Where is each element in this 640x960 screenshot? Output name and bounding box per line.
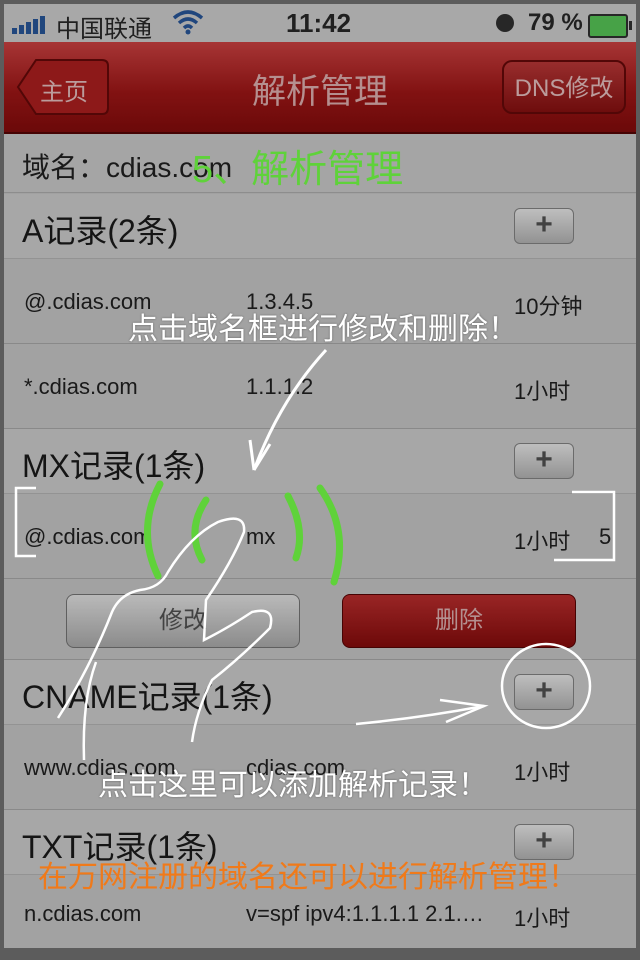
footer-annotation: 在万网注册的域名还可以进行解析管理！	[38, 861, 578, 894]
tap-domain-annotation: 点击域名框进行修改和删除！	[128, 313, 518, 346]
tutorial-overlay: 5、解析管理 点击域名框进行修改和删除！ 点击这里可以添加解析记录！ 在万网注册…	[0, 0, 640, 960]
tap-add-annotation: 点击这里可以添加解析记录！	[98, 769, 488, 802]
step-annotation: 5、解析管理	[192, 149, 404, 191]
